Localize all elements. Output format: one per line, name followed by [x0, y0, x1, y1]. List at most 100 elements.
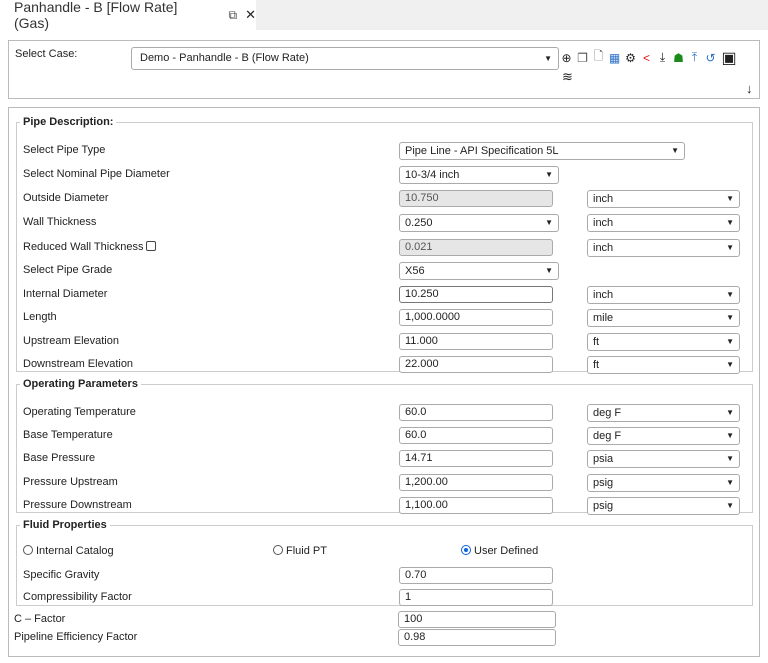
compressibility-input[interactable]: 1 [399, 589, 553, 606]
arrow-down-icon[interactable]: ↓ [746, 81, 753, 96]
upload-icon[interactable]: ⤒ [688, 50, 701, 65]
sg-row: Specific Gravity 0.70 [17, 567, 752, 587]
c-factor-input[interactable]: 100 [398, 611, 556, 628]
value: mile [593, 312, 614, 324]
pdf-file-icon[interactable]: 🗋 [592, 47, 605, 68]
label: User Defined [474, 545, 539, 557]
radio-user-defined[interactable]: User Defined [461, 545, 538, 557]
length-input[interactable]: 1,000.0000 [399, 309, 553, 326]
nominal-diameter-select[interactable]: 10-3/4 inch ▼ [399, 166, 559, 184]
label: Reduced Wall Thickness [23, 241, 144, 253]
base-p-unit-select[interactable]: psia ▼ [587, 450, 740, 468]
od-unit-select[interactable]: inch ▼ [587, 190, 740, 208]
wall-unit-select[interactable]: inch ▼ [587, 214, 740, 232]
tab-title: Panhandle - B [Flow Rate] (Gas) [14, 0, 178, 31]
radio-fluid-pt[interactable]: Fluid PT [273, 545, 327, 557]
operating-temperature-input[interactable]: 60.0 [399, 404, 553, 421]
label: Select Pipe Type [23, 144, 106, 156]
label: Internal Diameter [23, 288, 108, 300]
value: deg F [593, 407, 622, 419]
hierarchy-icon[interactable]: ☗ [672, 51, 685, 65]
value: X56 [405, 265, 425, 277]
chevron-down-icon: ▼ [726, 290, 734, 299]
label: Internal Catalog [36, 545, 114, 557]
base-pressure-input[interactable]: 14.71 [399, 450, 553, 467]
up-elev-row: Upstream Elevation 11.000 ft ▼ [17, 333, 752, 353]
chevron-down-icon: ▼ [545, 170, 553, 179]
id-unit-select[interactable]: inch ▼ [587, 286, 740, 304]
grade-row: Select Pipe Grade X56 ▼ [17, 262, 752, 282]
tab-panhandle[interactable]: Panhandle - B [Flow Rate] (Gas) ⧉ ✕ [0, 0, 256, 31]
label: Base Pressure [23, 452, 96, 464]
share-icon[interactable]: < [640, 51, 653, 65]
value: inch [593, 217, 614, 229]
pipe-grade-select[interactable]: X56 ▼ [399, 262, 559, 280]
fluid-properties-section: Fluid Properties Internal Catalog Fluid … [16, 519, 753, 606]
wall-thickness-select[interactable]: 0.250 ▼ [399, 214, 559, 232]
chevron-down-icon: ▼ [726, 313, 734, 322]
pressure-downstream-input[interactable]: 1,100.00 [399, 497, 553, 514]
chevron-down-icon: ▼ [726, 408, 734, 417]
value: ft [593, 359, 600, 371]
internal-diameter-input[interactable]: 10.250 [399, 286, 553, 303]
base-p-row: Base Pressure 14.71 psia ▼ [17, 450, 752, 470]
reduced-row: Reduced Wall Thickness 0.021 inch ▼ [17, 239, 752, 259]
calculator-icon[interactable]: ▦ [608, 51, 621, 65]
label: Fluid PT [286, 545, 327, 557]
value: deg F [593, 430, 622, 442]
reduced-wall-checkbox[interactable] [146, 241, 157, 251]
value: 10-3/4 inch [405, 169, 460, 181]
label: Pipeline Efficiency Factor [14, 631, 138, 643]
upstream-elevation-input[interactable]: 11.000 [399, 333, 553, 350]
p-up-unit-select[interactable]: psig ▼ [587, 474, 740, 492]
pipe-description-legend: Pipe Description: [23, 116, 114, 128]
tab-bar: Panhandle - B [Flow Rate] (Gas) ⧉ ✕ [0, 0, 768, 31]
history-icon[interactable]: ↺ [704, 51, 717, 65]
case-select[interactable]: Demo - Panhandle - B (Flow Rate) ▼ [131, 47, 559, 70]
radio-circle-selected [461, 545, 471, 555]
close-icon[interactable]: ✕ [245, 7, 256, 23]
up-elev-unit-select[interactable]: ft ▼ [587, 333, 740, 351]
value: inch [593, 193, 614, 205]
main-form: Pipe Description: Select Pipe Type Pipe L… [8, 107, 760, 657]
down-elev-unit-select[interactable]: ft ▼ [587, 356, 740, 374]
pipe-description-section: Pipe Description: Select Pipe Type Pipe L… [16, 116, 753, 374]
p-down-row: Pressure Downstream 1,100.00 psig ▼ [17, 497, 752, 517]
base-temperature-input[interactable]: 60.0 [399, 427, 553, 444]
op-temp-unit-select[interactable]: deg F ▼ [587, 404, 740, 422]
radio-internal-catalog[interactable]: Internal Catalog [23, 545, 114, 557]
base-temp-unit-select[interactable]: deg F ▼ [587, 427, 740, 445]
chevron-down-icon: ▼ [726, 194, 734, 203]
length-row: Length 1,000.0000 mile ▼ [17, 309, 752, 329]
value: psia [593, 453, 614, 465]
length-unit-select[interactable]: mile ▼ [587, 309, 740, 327]
toolbar: ⊕ ❐ 🗋 ▦ ⚙ < ⤓ ☗ ⤒ ↺ ▣ [560, 47, 738, 68]
efficiency-input[interactable]: 0.98 [398, 629, 556, 646]
chevron-down-icon: ▼ [726, 478, 734, 487]
reduced-unit-select[interactable]: inch ▼ [587, 239, 740, 257]
download-icon[interactable]: ⤓ [656, 50, 669, 65]
copy-icon[interactable]: ❐ [576, 51, 589, 65]
p-up-row: Pressure Upstream 1,200.00 psig ▼ [17, 474, 752, 494]
label: Select Nominal Pipe Diameter [23, 168, 170, 180]
pdf-stack-icon[interactable]: ▣ [720, 48, 738, 68]
label: Wall Thickness [23, 216, 97, 228]
z-row: Compressibility Factor 1 [17, 589, 752, 609]
pressure-upstream-input[interactable]: 1,200.00 [399, 474, 553, 491]
chevron-down-icon: ▼ [545, 218, 553, 227]
pipe-type-select[interactable]: Pipe Line - API Specification 5L ▼ [399, 142, 685, 160]
value: inch [593, 289, 614, 301]
gear-icon[interactable]: ⚙ [624, 51, 637, 65]
chevron-down-icon: ▼ [726, 337, 734, 346]
pipe-type-row: Select Pipe Type Pipe Line - API Specific… [17, 142, 752, 162]
chevron-down-icon: ▼ [726, 360, 734, 369]
p-down-unit-select[interactable]: psig ▼ [587, 497, 740, 515]
downstream-elevation-input[interactable]: 22.000 [399, 356, 553, 373]
label: Length [23, 311, 57, 323]
popout-icon[interactable]: ⧉ [229, 8, 238, 23]
value: ft [593, 336, 600, 348]
add-icon[interactable]: ⊕ [560, 51, 573, 65]
id-row: Internal Diameter 10.250 inch ▼ [17, 286, 752, 306]
specific-gravity-input[interactable]: 0.70 [399, 567, 553, 584]
pipe-settings-icon[interactable]: ≋ [562, 69, 573, 85]
